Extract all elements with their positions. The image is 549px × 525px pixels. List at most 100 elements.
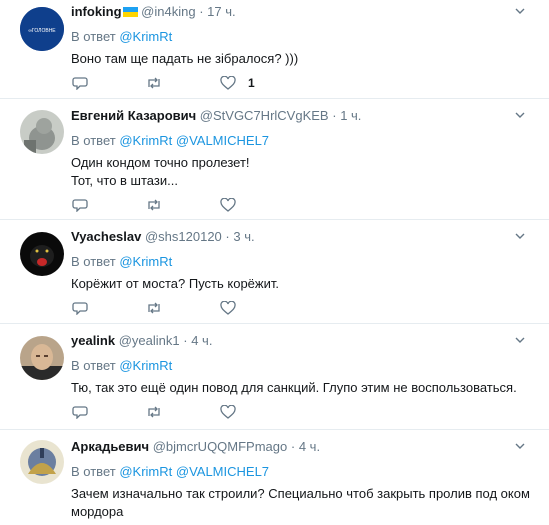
tweet-time[interactable]: 17 ч.	[207, 4, 235, 19]
separator-dot: ·	[183, 333, 188, 348]
ukraine-flag-icon	[122, 7, 138, 17]
reply-prefix: В ответ	[71, 358, 116, 373]
avatar-image	[20, 110, 64, 154]
tweet-text: Воно там ще падать не зібралося? )))	[71, 50, 534, 68]
reply-prefix: В ответ	[71, 254, 116, 269]
separator-dot: ·	[290, 439, 296, 454]
avatar-logo-text: ∞ГОЛОВНЕ	[28, 28, 56, 34]
reply-button[interactable]	[72, 198, 146, 212]
tweet-text-line: Тю, так это ещё один повод для санкций. …	[71, 380, 517, 395]
reply-button[interactable]	[72, 76, 146, 90]
tweet-time[interactable]: 4 ч.	[299, 439, 320, 454]
retweet-icon	[148, 406, 160, 418]
reply-context: В ответ @KrimRt @VALMICHEL7	[71, 133, 534, 148]
reply-context: В ответ @KrimRt @VALMICHEL7	[71, 464, 534, 479]
avatar[interactable]	[20, 440, 64, 484]
heart-icon	[220, 198, 236, 212]
tweet-header: Vyacheslav @shs120120 · 3 ч.	[71, 229, 534, 245]
chevron-down-icon[interactable]	[515, 8, 525, 14]
author-handle[interactable]: @StVGC7HrlCVgKEB	[200, 108, 329, 123]
mention-link[interactable]: @KrimRt	[119, 133, 172, 148]
tweet-header: infoking @in4king · 17 ч.	[71, 4, 534, 20]
retweet-icon	[148, 77, 160, 89]
avatar-image	[20, 440, 64, 484]
mention-link[interactable]: @VALMICHEL7	[176, 464, 269, 479]
reply-button[interactable]	[72, 405, 146, 419]
avatar[interactable]	[20, 336, 64, 380]
author-handle[interactable]: @in4king	[141, 4, 195, 19]
tweet-text-line: Тот, что в штази...	[71, 173, 178, 188]
chevron-down-icon[interactable]	[515, 112, 525, 118]
chevron-down-icon[interactable]	[515, 233, 525, 239]
reply-context: В ответ @KrimRt	[71, 29, 534, 44]
reply-context: В ответ @KrimRt	[71, 358, 534, 373]
mention-link[interactable]: @KrimRt	[119, 254, 172, 269]
reply-icon	[72, 406, 88, 419]
separator-dot: ·	[332, 108, 337, 123]
retweet-button[interactable]	[146, 405, 220, 419]
tweet-text-line: Зачем изначально так строили? Специально…	[71, 486, 530, 501]
heart-icon	[220, 76, 236, 90]
tweet-text: Зачем изначально так строили? Специально…	[71, 485, 534, 521]
author-name[interactable]: infoking	[71, 4, 122, 19]
tweet-text-line: Один кондом точно пролезет!	[71, 155, 250, 170]
tweet[interactable]: ∞ГОЛОВНЕ infoking @in4king · 17 ч. В отв…	[0, 0, 549, 99]
retweet-button[interactable]	[146, 198, 220, 212]
author-name[interactable]: yealink	[71, 333, 115, 348]
author-handle[interactable]: @shs120120	[145, 229, 222, 244]
reply-prefix: В ответ	[71, 464, 116, 479]
tweet-time[interactable]: 4 ч.	[191, 333, 212, 348]
separator-dot: ·	[199, 4, 204, 19]
tweet[interactable]: Vyacheslav @shs120120 · 3 ч. В ответ @Kr…	[0, 220, 549, 324]
tweet-text-line: Воно там ще падать не зібралося? )))	[71, 51, 299, 66]
chevron-down-icon[interactable]	[515, 443, 525, 449]
avatar[interactable]: ∞ГОЛОВНЕ	[20, 7, 64, 51]
tweet[interactable]: Аркадьевич @bjmcrUQQMFPmago · 4 ч. В отв…	[0, 430, 549, 525]
avatar-image: ∞ГОЛОВНЕ	[20, 7, 64, 51]
tweet-text: Тю, так это ещё один повод для санкций. …	[71, 379, 534, 397]
mention-link[interactable]: @KrimRt	[119, 29, 172, 44]
tweet-actions	[72, 405, 294, 419]
retweet-icon	[148, 199, 160, 211]
separator-dot: ·	[225, 229, 230, 244]
tweet-header: Евгений Казарович @StVGC7HrlCVgKEB · 1 ч…	[71, 108, 534, 124]
like-button[interactable]	[220, 198, 294, 212]
avatar[interactable]	[20, 232, 64, 276]
tweet-text-line: мордора	[71, 504, 124, 519]
retweet-icon	[148, 302, 160, 314]
tweet-time[interactable]: 3 ч.	[233, 229, 254, 244]
tweet[interactable]: yealink @yealink1 · 4 ч. В ответ @KrimRt…	[0, 324, 549, 430]
retweet-button[interactable]	[146, 301, 220, 315]
mention-link[interactable]: @KrimRt	[119, 358, 172, 373]
avatar[interactable]	[20, 110, 64, 154]
mention-link[interactable]: @VALMICHEL7	[176, 133, 269, 148]
author-name[interactable]: Аркадьевич	[71, 439, 149, 454]
author-handle[interactable]: @yealink1	[119, 333, 180, 348]
tweet-actions	[72, 301, 294, 315]
avatar-image	[20, 336, 64, 380]
like-count: 1	[248, 76, 255, 90]
author-name[interactable]: Евгений Казарович	[71, 108, 196, 123]
reply-icon	[72, 302, 88, 315]
tweet-text: Корёжит от моста? Пусть корёжит.	[71, 275, 534, 293]
reply-prefix: В ответ	[71, 29, 116, 44]
mention-link[interactable]: @KrimRt	[119, 464, 172, 479]
like-button[interactable]	[220, 301, 294, 315]
reply-button[interactable]	[72, 301, 146, 315]
tweet[interactable]: Евгений Казарович @StVGC7HrlCVgKEB · 1 ч…	[0, 99, 549, 220]
reply-context: В ответ @KrimRt	[71, 254, 534, 269]
heart-icon	[220, 405, 236, 419]
like-button[interactable]: 1	[220, 76, 294, 90]
tweet-time[interactable]: 1 ч.	[340, 108, 361, 123]
like-button[interactable]	[220, 405, 294, 419]
retweet-button[interactable]	[146, 76, 220, 90]
reply-icon	[72, 77, 88, 90]
tweet-text: Один кондом точно пролезет! Тот, что в ш…	[71, 154, 534, 190]
chevron-down-icon[interactable]	[515, 337, 525, 343]
tweet-text-line: Корёжит от моста? Пусть корёжит.	[71, 276, 279, 291]
author-name[interactable]: Vyacheslav	[71, 229, 141, 244]
author-handle[interactable]: @bjmcrUQQMFPmago	[153, 439, 288, 454]
tweet-header: Аркадьевич @bjmcrUQQMFPmago · 4 ч.	[71, 439, 534, 455]
reply-icon	[72, 199, 88, 212]
tweet-actions	[72, 198, 294, 212]
